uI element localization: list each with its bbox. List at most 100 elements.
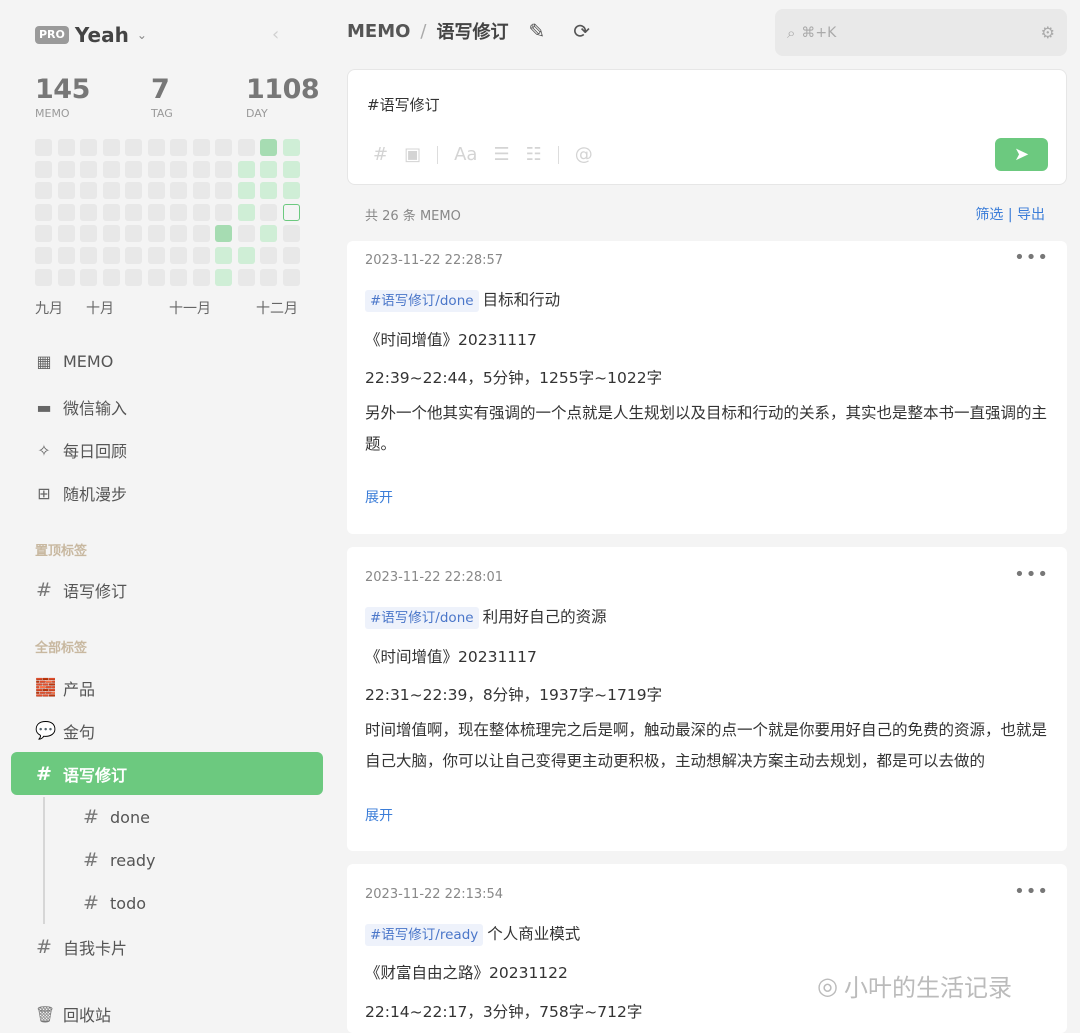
heatmap-cell[interactable] <box>192 203 210 221</box>
collapse-sidebar-icon[interactable]: ‹ <box>272 24 279 45</box>
heatmap-cell[interactable] <box>282 203 300 221</box>
heatmap-cell[interactable] <box>57 247 75 264</box>
expand-link[interactable]: 展开 <box>365 805 393 825</box>
heatmap-cell[interactable] <box>170 268 187 286</box>
heatmap-cell[interactable] <box>215 203 232 221</box>
heatmap-cell[interactable] <box>282 247 300 264</box>
heatmap-cell[interactable] <box>170 225 187 243</box>
mention-icon[interactable]: @ <box>575 144 593 165</box>
heatmap-cell[interactable] <box>102 247 120 264</box>
heatmap-cell[interactable] <box>170 247 187 264</box>
heatmap-cell[interactable] <box>125 203 142 221</box>
heatmap-cell[interactable] <box>237 160 255 178</box>
heatmap-cell[interactable] <box>237 203 255 221</box>
tag-item-self-card[interactable]: # 自我卡片 <box>35 935 127 959</box>
memo-tag-chip[interactable]: #语写修订/done <box>365 607 479 629</box>
heatmap-cell[interactable] <box>102 182 120 200</box>
editor-content[interactable]: #语写修订 <box>367 94 440 115</box>
heatmap-cell[interactable] <box>215 268 232 286</box>
heatmap-cell[interactable] <box>260 160 277 178</box>
heatmap-cell[interactable] <box>125 160 142 178</box>
subtag-item-ready[interactable]: # ready <box>82 849 155 871</box>
numbered-list-icon[interactable]: ☷ <box>526 144 542 165</box>
heatmap-cell[interactable] <box>57 182 75 200</box>
bullet-list-icon[interactable]: ☰ <box>493 144 509 165</box>
heatmap-cell[interactable] <box>215 247 232 264</box>
heatmap-cell[interactable] <box>260 203 277 221</box>
heatmap-cell[interactable] <box>192 247 210 264</box>
tag-item-product[interactable]: 🧱 产品 <box>35 676 95 700</box>
heatmap-cell[interactable] <box>192 268 210 286</box>
export-link[interactable]: 导出 <box>1017 207 1045 223</box>
heatmap-cell[interactable] <box>260 182 277 200</box>
heatmap-cell[interactable] <box>147 139 165 156</box>
nav-daily-review[interactable]: ✧ 每日回顾 <box>35 438 127 462</box>
heatmap-cell[interactable] <box>80 203 97 221</box>
heatmap-cell[interactable] <box>237 139 255 156</box>
subtag-item-done[interactable]: # done <box>82 806 150 828</box>
heatmap-cell[interactable] <box>125 139 142 156</box>
text-format-icon[interactable]: Aa <box>454 144 477 165</box>
heatmap-cell[interactable] <box>125 247 142 264</box>
heatmap-cell[interactable] <box>80 160 97 178</box>
heatmap-cell[interactable] <box>260 139 277 156</box>
heatmap-cell[interactable] <box>80 139 97 156</box>
heatmap-cell[interactable] <box>147 225 165 243</box>
heatmap-cell[interactable] <box>125 182 142 200</box>
heatmap-cell[interactable] <box>260 268 277 286</box>
pinned-tag-item[interactable]: # 语写修订 <box>35 578 127 602</box>
heatmap-cell[interactable] <box>215 139 232 156</box>
refresh-icon[interactable]: ⟳ <box>573 19 590 43</box>
heatmap-cell[interactable] <box>35 203 52 221</box>
heatmap-cell[interactable] <box>102 160 120 178</box>
heatmap-cell[interactable] <box>215 225 232 243</box>
tag-item-quotes[interactable]: 💬 金句 <box>35 719 95 743</box>
filter-link[interactable]: 筛选 <box>975 207 1003 223</box>
search-input[interactable]: ⌕ ⌘+K ⚙ <box>775 9 1067 56</box>
nav-memo[interactable]: ▦ MEMO <box>35 352 113 371</box>
heatmap-cell[interactable] <box>147 182 165 200</box>
heatmap-cell[interactable] <box>147 160 165 178</box>
sliders-icon[interactable]: ⚙ <box>1041 23 1055 42</box>
heatmap-cell[interactable] <box>102 203 120 221</box>
heatmap-cell[interactable] <box>35 268 52 286</box>
heatmap-cell[interactable] <box>170 203 187 221</box>
heatmap-cell[interactable] <box>237 268 255 286</box>
heatmap-cell[interactable] <box>80 225 97 243</box>
heatmap-cell[interactable] <box>35 247 52 264</box>
memo-tag-chip[interactable]: #语写修订/ready <box>365 924 484 946</box>
heatmap-cell[interactable] <box>170 139 187 156</box>
heatmap-cell[interactable] <box>237 247 255 264</box>
more-icon[interactable]: ••• <box>1014 564 1049 585</box>
heatmap-cell[interactable] <box>147 203 165 221</box>
heatmap-cell[interactable] <box>102 139 120 156</box>
heatmap-cell[interactable] <box>192 160 210 178</box>
more-icon[interactable]: ••• <box>1014 881 1049 902</box>
heatmap-cell[interactable] <box>260 225 277 243</box>
subtag-item-todo[interactable]: # todo <box>82 892 146 914</box>
heatmap-cell[interactable] <box>170 182 187 200</box>
memo-tag-chip[interactable]: #语写修订/done <box>365 290 479 312</box>
heatmap-cell[interactable] <box>57 203 75 221</box>
tag-item-yuxie-active[interactable]: # 语写修订 <box>35 762 127 786</box>
heatmap-cell[interactable] <box>147 247 165 264</box>
memo-editor[interactable]: #语写修订 # ▣ Aa ☰ ☷ @ ➤ <box>347 69 1067 185</box>
heatmap-cell[interactable] <box>80 247 97 264</box>
heatmap-cell[interactable] <box>282 182 300 200</box>
send-button[interactable]: ➤ <box>995 138 1048 171</box>
heatmap-cell[interactable] <box>35 182 52 200</box>
heatmap-cell[interactable] <box>215 160 232 178</box>
more-icon[interactable]: ••• <box>1014 247 1049 268</box>
heatmap-cell[interactable] <box>282 160 300 178</box>
heatmap-cell[interactable] <box>102 268 120 286</box>
heatmap-cell[interactable] <box>147 268 165 286</box>
heatmap-cell[interactable] <box>192 225 210 243</box>
heatmap-cell[interactable] <box>35 225 52 243</box>
heatmap-cell[interactable] <box>192 139 210 156</box>
heatmap-cell[interactable] <box>260 247 277 264</box>
heatmap-cell[interactable] <box>237 182 255 200</box>
heatmap-cell[interactable] <box>80 182 97 200</box>
heatmap-cell[interactable] <box>35 139 52 156</box>
heatmap-cell[interactable] <box>215 182 232 200</box>
nav-wechat-input[interactable]: ▬ 微信输入 <box>35 395 127 419</box>
